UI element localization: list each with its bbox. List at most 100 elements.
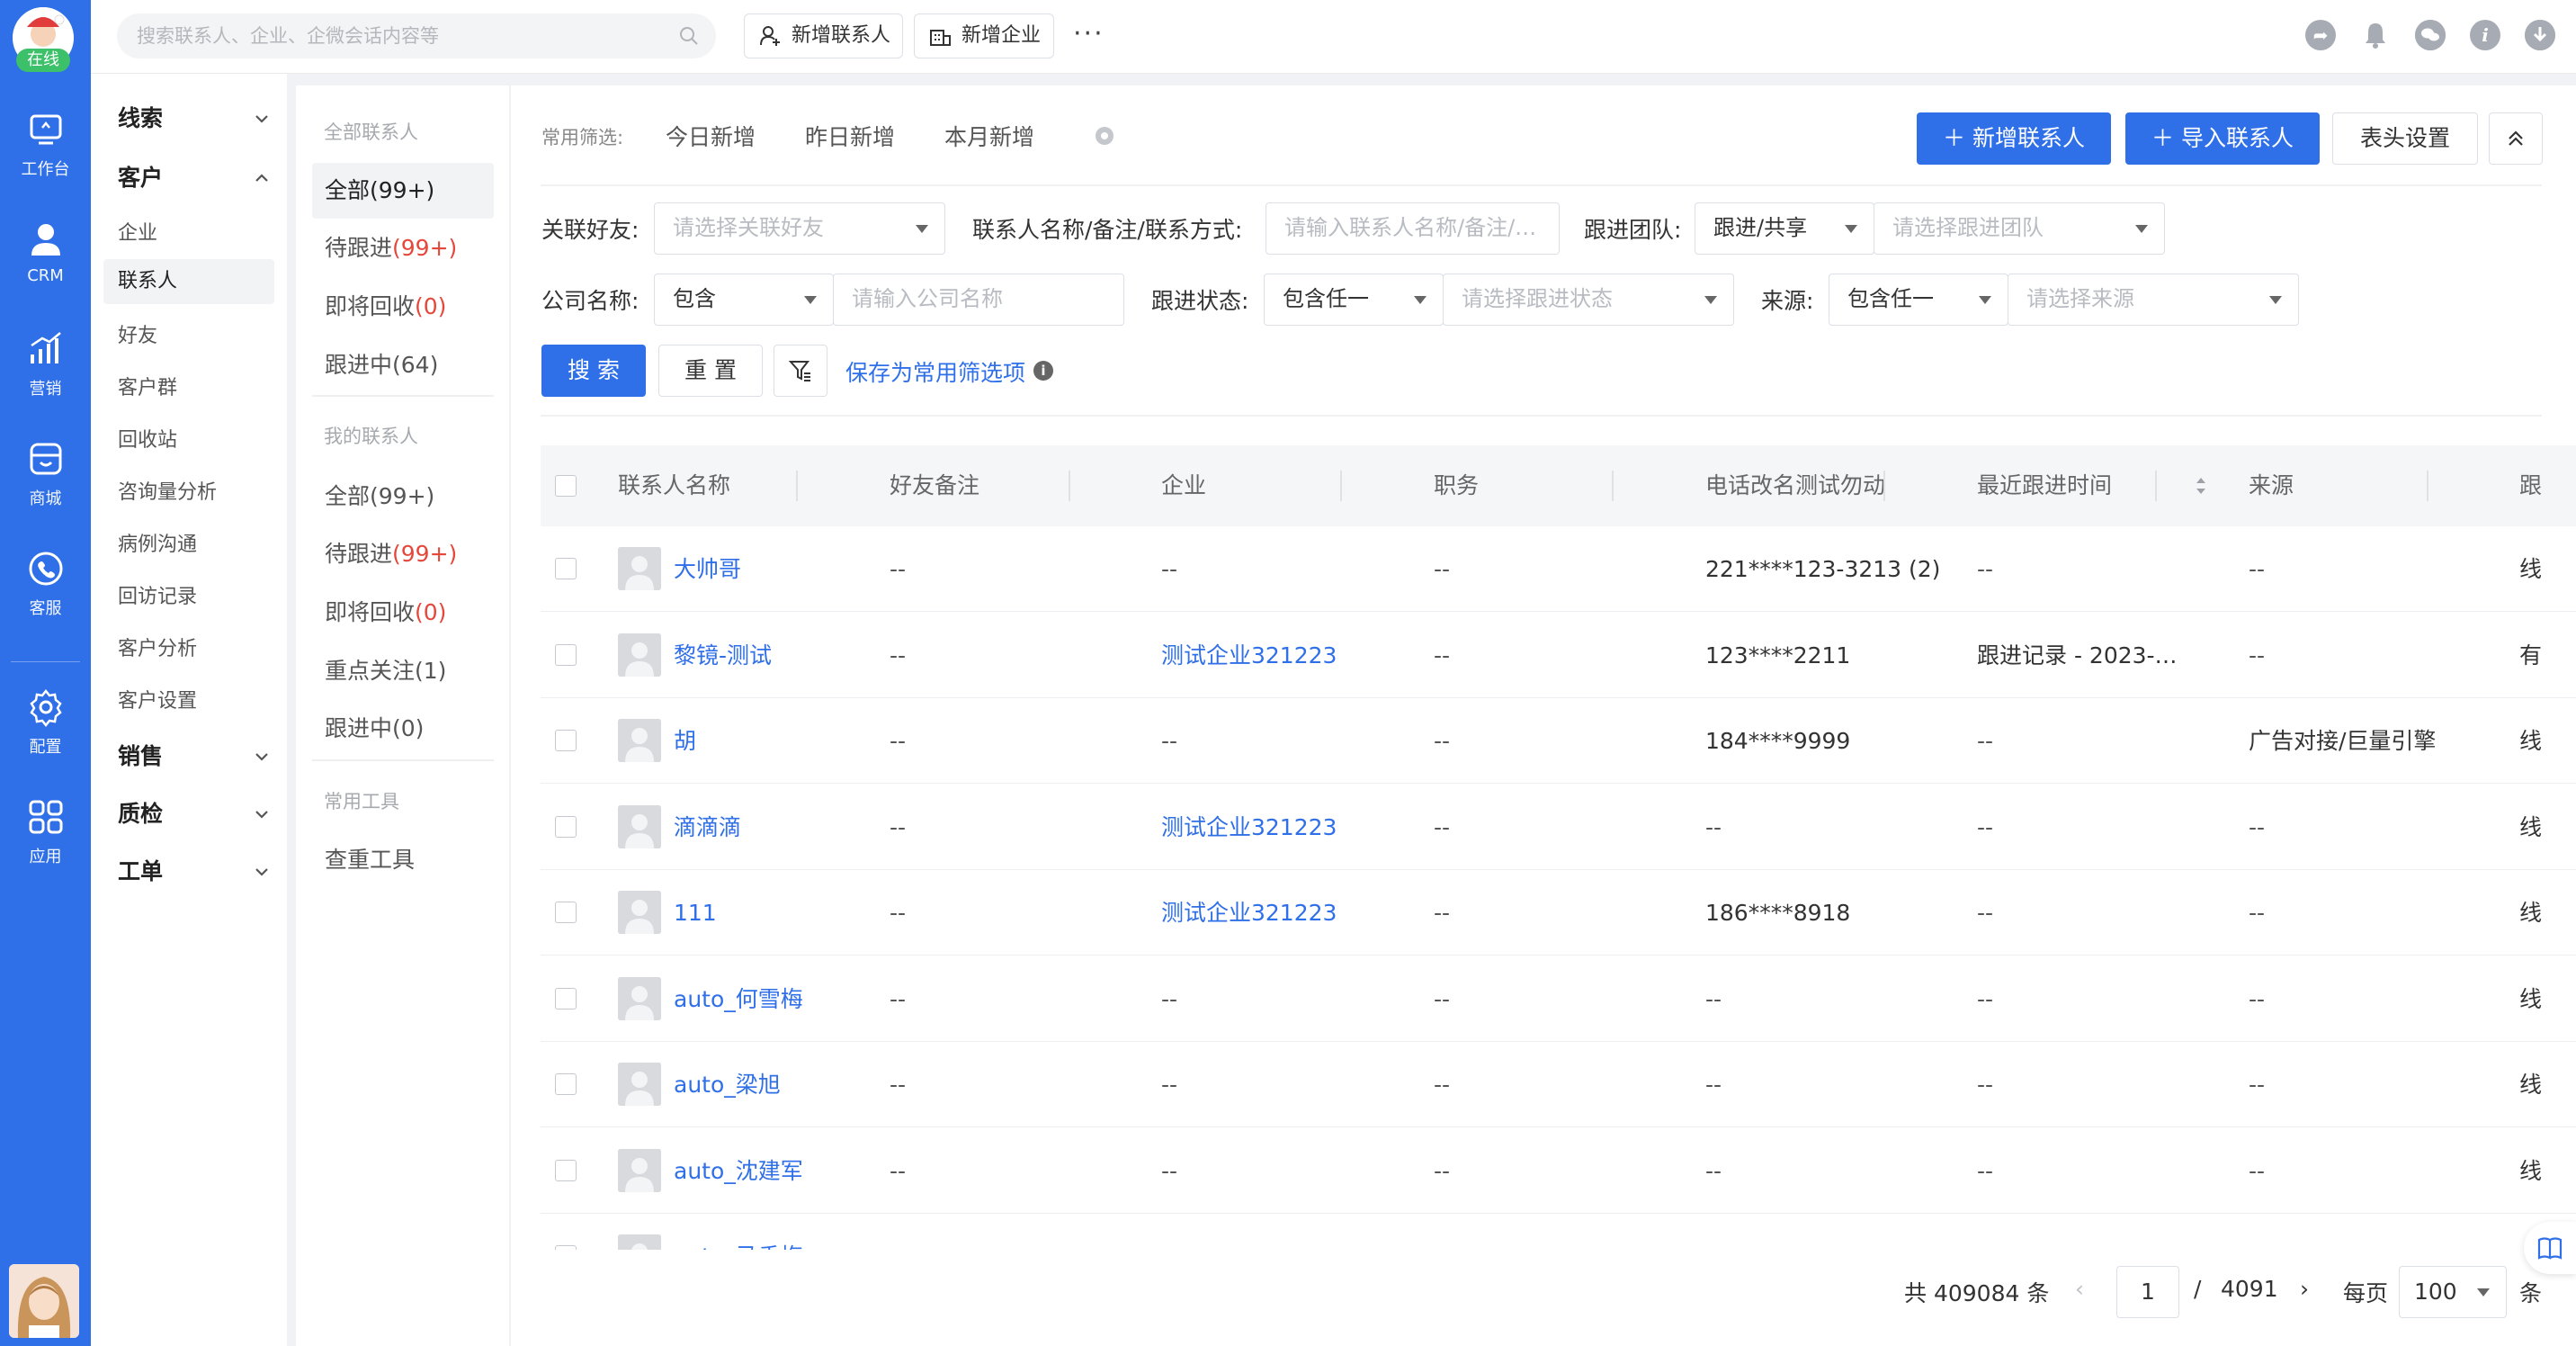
collapse-filters-button[interactable]	[2489, 112, 2543, 165]
nav-item-contacts[interactable]: 联系人	[103, 259, 274, 304]
nav-group-sales[interactable]: 销售	[118, 739, 280, 775]
add-contact-button[interactable]: ＋ 新增联系人	[1917, 112, 2111, 165]
table-row[interactable]: 大帅哥 -- -- -- 221****123-3213 (2) -- -- 线	[541, 526, 2576, 612]
contact-name-link[interactable]: auto_梁旭	[674, 1042, 881, 1127]
contact-name-link[interactable]: auto_沈建军	[674, 1128, 881, 1214]
wechat-icon[interactable]	[2415, 20, 2446, 50]
rail-item-crm[interactable]: CRM	[0, 218, 91, 308]
quick-filter-today[interactable]: 今日新增	[666, 120, 756, 152]
rail-item-config[interactable]: 配置	[0, 686, 91, 776]
reset-button[interactable]: 重 置	[658, 345, 763, 397]
company-mode-select[interactable]: 包含	[654, 274, 834, 326]
dedupe-tool-link[interactable]: 查重工具	[312, 832, 494, 888]
company-name-input[interactable]: 请输入公司名称	[833, 274, 1124, 326]
name-search-input[interactable]: 请输入联系人名称/备注/联系方式	[1266, 202, 1560, 255]
nav-group-tickets[interactable]: 工单	[118, 854, 280, 890]
my-category-pending[interactable]: 待跟进(99+)	[312, 526, 494, 582]
nav-item-recycle-bin[interactable]: 回收站	[118, 418, 265, 463]
column-header-company[interactable]: 企业	[1161, 445, 1206, 526]
prev-page-icon[interactable]: ‹	[2075, 1276, 2084, 1302]
quick-filter-yesterday[interactable]: 昨日新增	[805, 120, 895, 152]
team-select[interactable]: 请选择跟进团队	[1874, 202, 2165, 255]
table-row[interactable]: 黎镜-测试 -- 测试企业321223 -- 123****2211 跟进记录 - 202…	[541, 613, 2576, 698]
rail-item-workbench[interactable]: 工作台	[0, 108, 91, 198]
share-icon[interactable]: ➦	[2305, 20, 2336, 50]
column-settings-button[interactable]: 表头设置	[2332, 112, 2478, 165]
column-header-phone[interactable]: 电话改名测试勿动	[1705, 445, 1885, 526]
quick-filter-settings-icon[interactable]	[1093, 124, 1116, 148]
contact-name-link[interactable]: 黎镜-测试	[674, 613, 881, 698]
contact-name-link[interactable]: auto_何雪梅	[674, 956, 881, 1042]
quick-filter-month[interactable]: 本月新增	[944, 120, 1034, 152]
search-button[interactable]: 搜 索	[541, 345, 646, 397]
my-category-expiring[interactable]: 即将回收(0)	[312, 585, 494, 641]
per-page-select[interactable]: 100	[2399, 1266, 2507, 1318]
nav-item-customer-groups[interactable]: 客户群	[118, 366, 265, 411]
row-checkbox[interactable]	[555, 558, 577, 579]
nav-group-customers[interactable]: 客户	[118, 160, 280, 196]
select-all-checkbox[interactable]	[555, 475, 577, 497]
online-status-badge[interactable]: 在线	[16, 49, 70, 72]
info-icon[interactable]: i	[2470, 20, 2500, 50]
save-filter-link[interactable]: 保存为常用筛选项	[845, 355, 1025, 388]
column-header-follow-extra[interactable]: 跟	[2519, 445, 2542, 526]
category-expiring[interactable]: 即将回收(0)	[312, 279, 494, 335]
advanced-filter-button[interactable]	[774, 345, 827, 397]
contact-name-link[interactable]: 大帅哥	[674, 526, 881, 612]
user-avatar[interactable]	[9, 1264, 79, 1338]
page-number-input[interactable]: 1	[2116, 1266, 2179, 1318]
table-row[interactable]: 滴滴滴 -- 测试企业321223 -- -- -- -- 线	[541, 785, 2576, 870]
nav-group-qc[interactable]: 质检	[118, 796, 280, 832]
row-checkbox[interactable]	[555, 1073, 577, 1095]
status-mode-select[interactable]: 包含任一	[1264, 274, 1444, 326]
row-checkbox[interactable]	[555, 1245, 577, 1250]
table-row[interactable]: auto_何雪梅 -- -- -- -- -- -- 线	[541, 956, 2576, 1042]
nav-item-case-communication[interactable]: 病例沟通	[118, 523, 265, 568]
nav-group-leads[interactable]: 线索	[118, 101, 280, 137]
source-select[interactable]: 请选择来源	[2008, 274, 2299, 326]
add-contact-top-button[interactable]: 新增联系人	[744, 13, 903, 58]
rail-item-marketing[interactable]: 营销	[0, 328, 91, 417]
contact-name-link[interactable]: 111	[674, 870, 881, 956]
table-row[interactable]: 111 -- 测试企业321223 -- 186****8918 -- -- 线	[541, 870, 2576, 956]
row-checkbox[interactable]	[555, 730, 577, 751]
more-menu-button[interactable]: ···	[1073, 18, 1105, 49]
nav-item-inquiry-analysis[interactable]: 咨询量分析	[118, 471, 265, 516]
nav-item-customer-analysis[interactable]: 客户分析	[118, 627, 265, 672]
contact-name-link[interactable]: 胡	[674, 698, 881, 784]
help-docs-button[interactable]	[2524, 1222, 2576, 1274]
my-category-all[interactable]: 全部(99+)	[312, 469, 494, 525]
nav-item-company[interactable]: 企业	[118, 211, 265, 256]
source-mode-select[interactable]: 包含任一	[1829, 274, 2008, 326]
table-row[interactable]: auto_沈建军 -- -- -- -- -- -- 线	[541, 1128, 2576, 1214]
add-company-top-button[interactable]: 新增企业	[914, 13, 1054, 58]
status-select[interactable]: 请选择跟进状态	[1443, 274, 1734, 326]
column-header-source[interactable]: 来源	[2249, 445, 2294, 526]
friend-select[interactable]: 请选择关联好友	[654, 202, 945, 255]
category-pending[interactable]: 待跟进(99+)	[312, 220, 494, 276]
column-header-name[interactable]: 联系人名称	[618, 445, 730, 526]
nav-item-customer-settings[interactable]: 客户设置	[118, 679, 265, 724]
column-header-friend-note[interactable]: 好友备注	[890, 445, 979, 526]
row-checkbox[interactable]	[555, 815, 577, 838]
my-category-following[interactable]: 跟进中(0)	[312, 701, 494, 757]
row-checkbox[interactable]	[555, 987, 577, 1010]
bell-icon[interactable]	[2360, 20, 2391, 50]
contact-name-link[interactable]: auto_马香梅	[674, 1214, 881, 1250]
column-header-last-follow[interactable]: 最近跟进时间	[1977, 445, 2112, 526]
category-following[interactable]: 跟进中(64)	[312, 337, 494, 393]
contact-name-link[interactable]: 滴滴滴	[674, 785, 881, 870]
table-row[interactable]: 胡 -- -- -- 184****9999 -- 广告对接/巨量引擎 线	[541, 698, 2576, 784]
column-header-title[interactable]: 职务	[1434, 445, 1479, 526]
row-checkbox[interactable]	[555, 643, 577, 666]
team-mode-select[interactable]: 跟进/共享	[1695, 202, 1874, 255]
download-icon[interactable]	[2525, 20, 2555, 50]
row-checkbox[interactable]	[555, 902, 577, 923]
nav-item-revisit-records[interactable]: 回访记录	[118, 575, 265, 620]
category-all[interactable]: 全部(99+)	[312, 163, 494, 219]
company-cell[interactable]: 测试企业321223	[1161, 785, 1422, 870]
import-contact-button[interactable]: ＋ 导入联系人	[2125, 112, 2320, 165]
row-checkbox[interactable]	[555, 1159, 577, 1181]
company-cell[interactable]: 测试企业321223	[1161, 613, 1422, 698]
help-icon[interactable]: i	[1033, 361, 1053, 381]
